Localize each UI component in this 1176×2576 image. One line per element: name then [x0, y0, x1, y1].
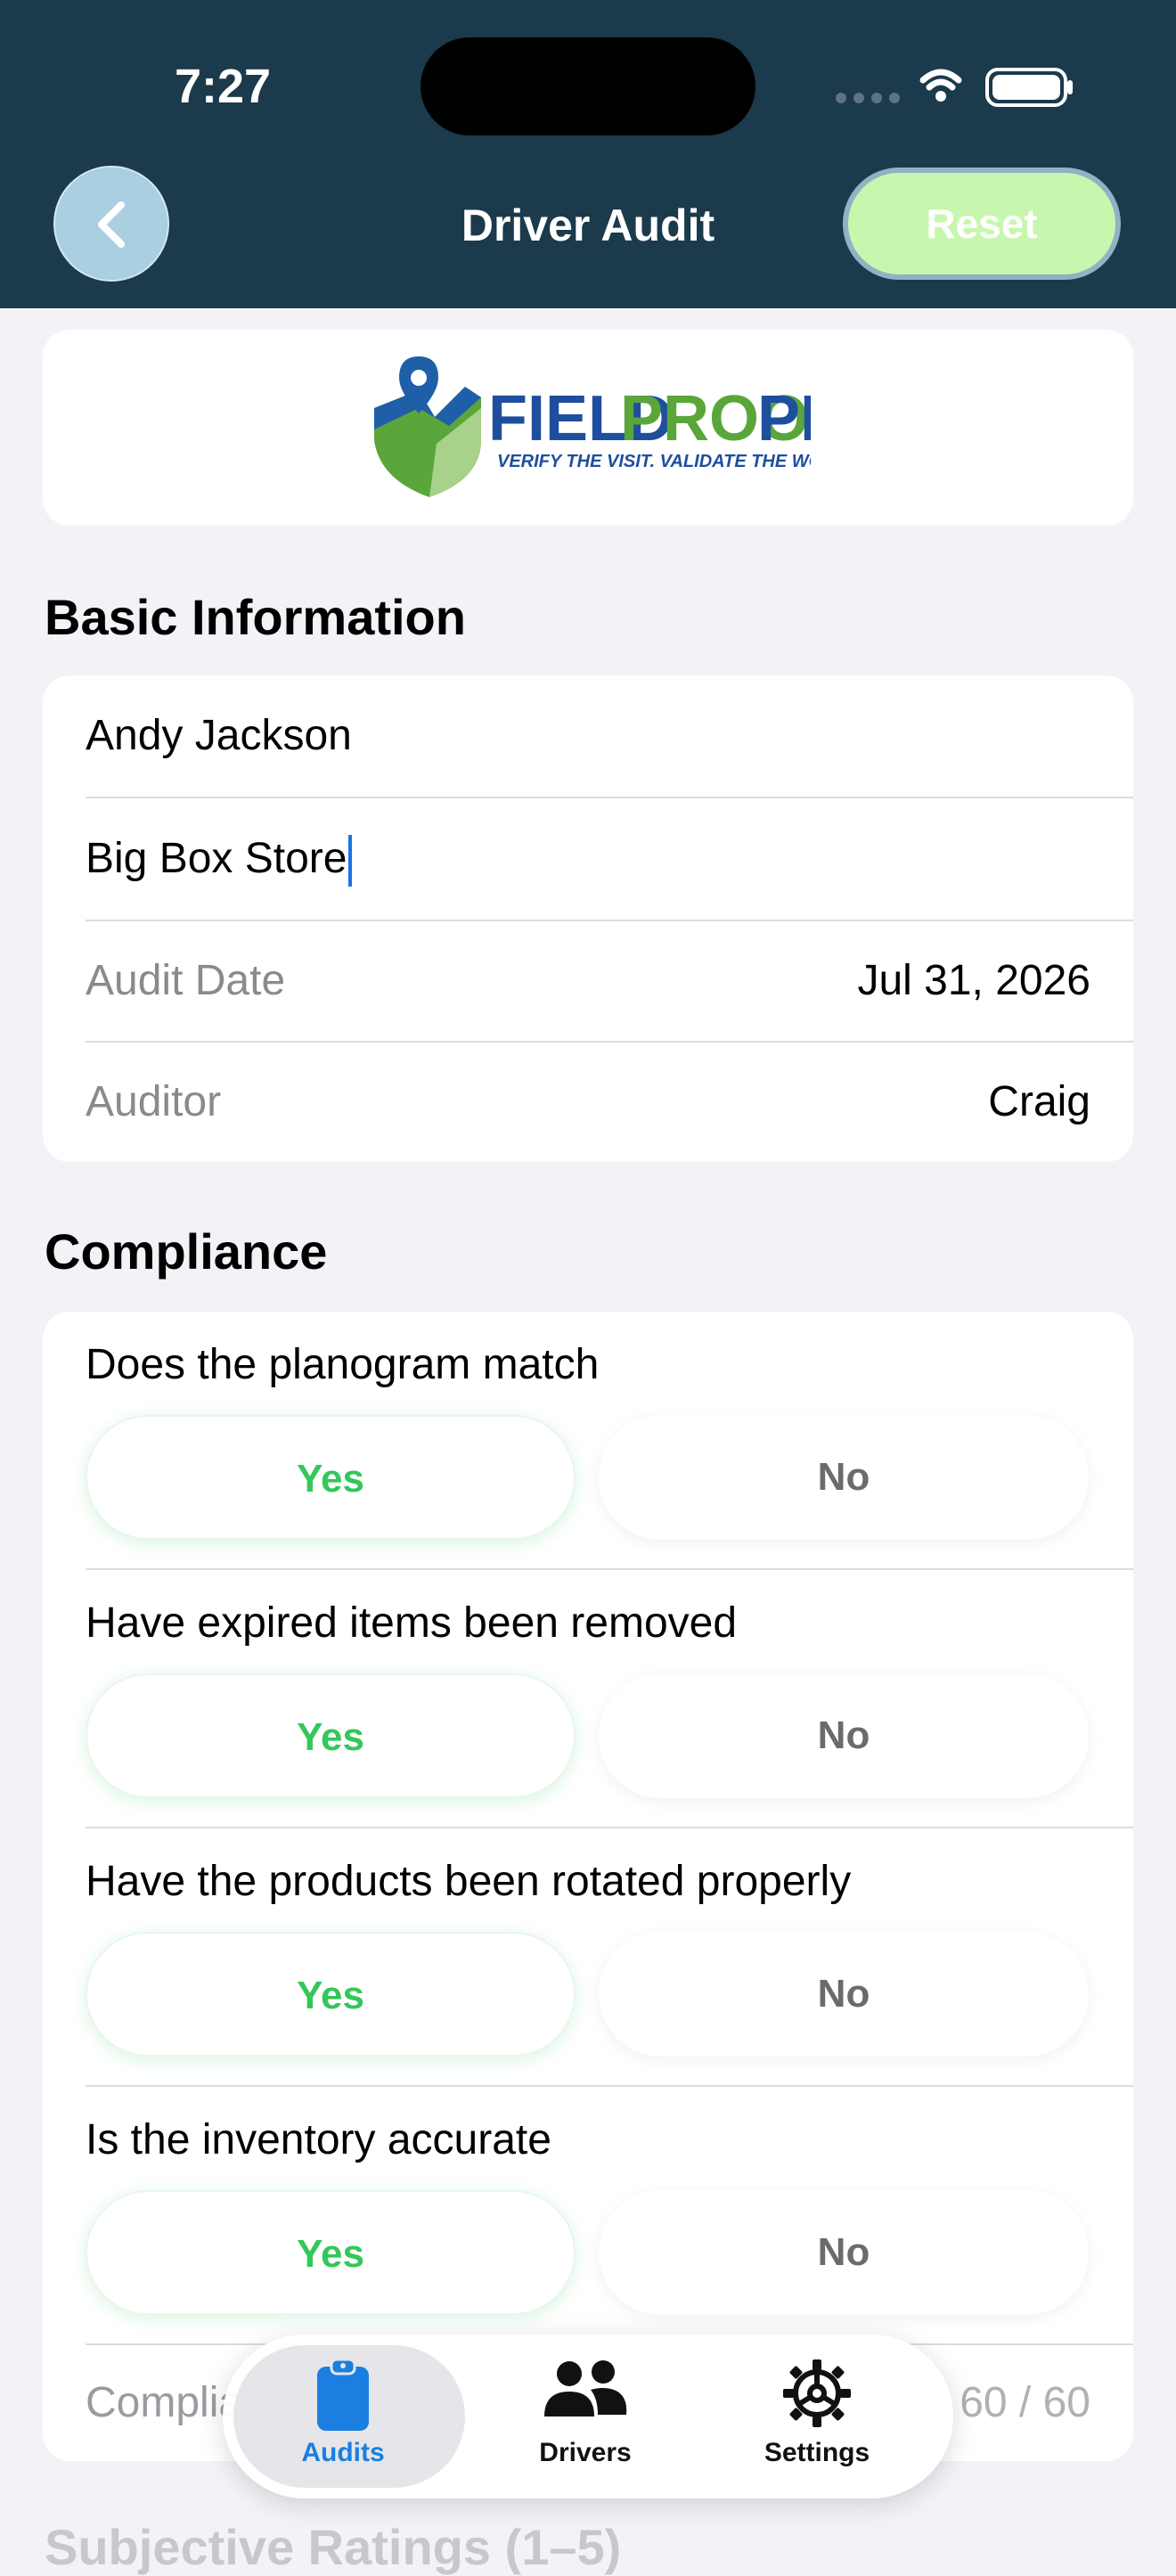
no-button[interactable]: No — [599, 1415, 1089, 1540]
question-text: Does the planogram match — [86, 1341, 600, 1388]
text-cursor — [348, 835, 353, 887]
no-button[interactable]: No — [599, 1932, 1089, 2057]
tab-label: Settings — [764, 2438, 870, 2467]
reset-button[interactable]: Reset — [843, 168, 1121, 280]
section-title-basic: Basic Information — [45, 589, 466, 645]
section-title-subjective: Subjective Ratings (1–5) — [45, 2519, 622, 2575]
yes-button[interactable]: Yes — [86, 2190, 576, 2315]
svg-text:VERIFY THE VISIT. VALIDATE THE: VERIFY THE VISIT. VALIDATE THE WORK. — [497, 452, 811, 471]
tab-audits[interactable]: Audits — [223, 2335, 465, 2498]
tab-label: Audits — [301, 2438, 385, 2467]
yes-button[interactable]: Yes — [86, 1415, 576, 1540]
yes-button[interactable]: Yes — [86, 1673, 576, 1798]
auditor-label: Auditor — [86, 1078, 222, 1125]
question-text: Is the inventory accurate — [86, 2116, 551, 2163]
store-name-field[interactable]: Big Box Store — [86, 798, 1133, 921]
page-title: Driver Audit — [461, 200, 715, 250]
divider — [86, 1827, 1133, 1828]
tab-bar: Audits Drivers Settings — [223, 2335, 953, 2498]
clipboard-icon — [317, 2358, 369, 2431]
no-button[interactable]: No — [599, 2190, 1089, 2315]
fieldproofpro-logo: FIELD PROOF PRO VERIFY THE VISIT. VALIDA… — [374, 356, 811, 497]
tab-label: Drivers — [539, 2438, 632, 2467]
audit-date-row[interactable]: Audit Date Jul 31, 2026 — [86, 921, 1133, 1043]
driver-name-field[interactable]: Andy Jackson — [86, 675, 1133, 798]
no-button[interactable]: No — [599, 1673, 1089, 1798]
battery-icon — [985, 68, 1073, 107]
basic-info-card: Andy Jackson Big Box Store Audit Date Ju… — [43, 675, 1133, 1162]
chevron-left-icon — [98, 201, 125, 248]
wifi-icon — [919, 69, 962, 91]
driver-name-value: Andy Jackson — [86, 712, 352, 759]
yes-button[interactable]: Yes — [86, 1932, 576, 2057]
nav-header: 7:27 Driver Audit Reset — [0, 0, 1176, 308]
tab-settings[interactable]: Settings — [697, 2335, 937, 2498]
svg-text:PRO: PRO — [757, 383, 811, 454]
store-name-value: Big Box Store — [86, 835, 347, 882]
status-time: 7:27 — [174, 60, 272, 113]
compliance-card: Does the planogram match Yes No Have exp… — [43, 1312, 1133, 2461]
divider — [86, 2085, 1133, 2087]
auditor-value: Craig — [988, 1078, 1090, 1125]
tab-drivers[interactable]: Drivers — [465, 2335, 706, 2498]
audit-date-label: Audit Date — [86, 957, 286, 1004]
gear-icon — [783, 2359, 851, 2427]
logo-card: FIELD PROOF PRO VERIFY THE VISIT. VALIDA… — [43, 330, 1133, 526]
audit-date-value[interactable]: Jul 31, 2026 — [857, 921, 1090, 1041]
auditor-row[interactable]: Auditor Craig — [86, 1043, 1133, 1162]
section-title-compliance: Compliance — [45, 1223, 328, 1280]
people-icon — [544, 2360, 627, 2417]
question-text: Have expired items been removed — [86, 1599, 738, 1647]
dynamic-island — [421, 37, 755, 135]
status-icons — [836, 68, 1073, 107]
back-button[interactable] — [53, 166, 169, 282]
divider — [86, 1568, 1133, 1570]
compliance-score-value: 60 / 60 — [960, 2379, 1090, 2426]
question-text: Have the products been rotated properly — [86, 1858, 852, 1905]
